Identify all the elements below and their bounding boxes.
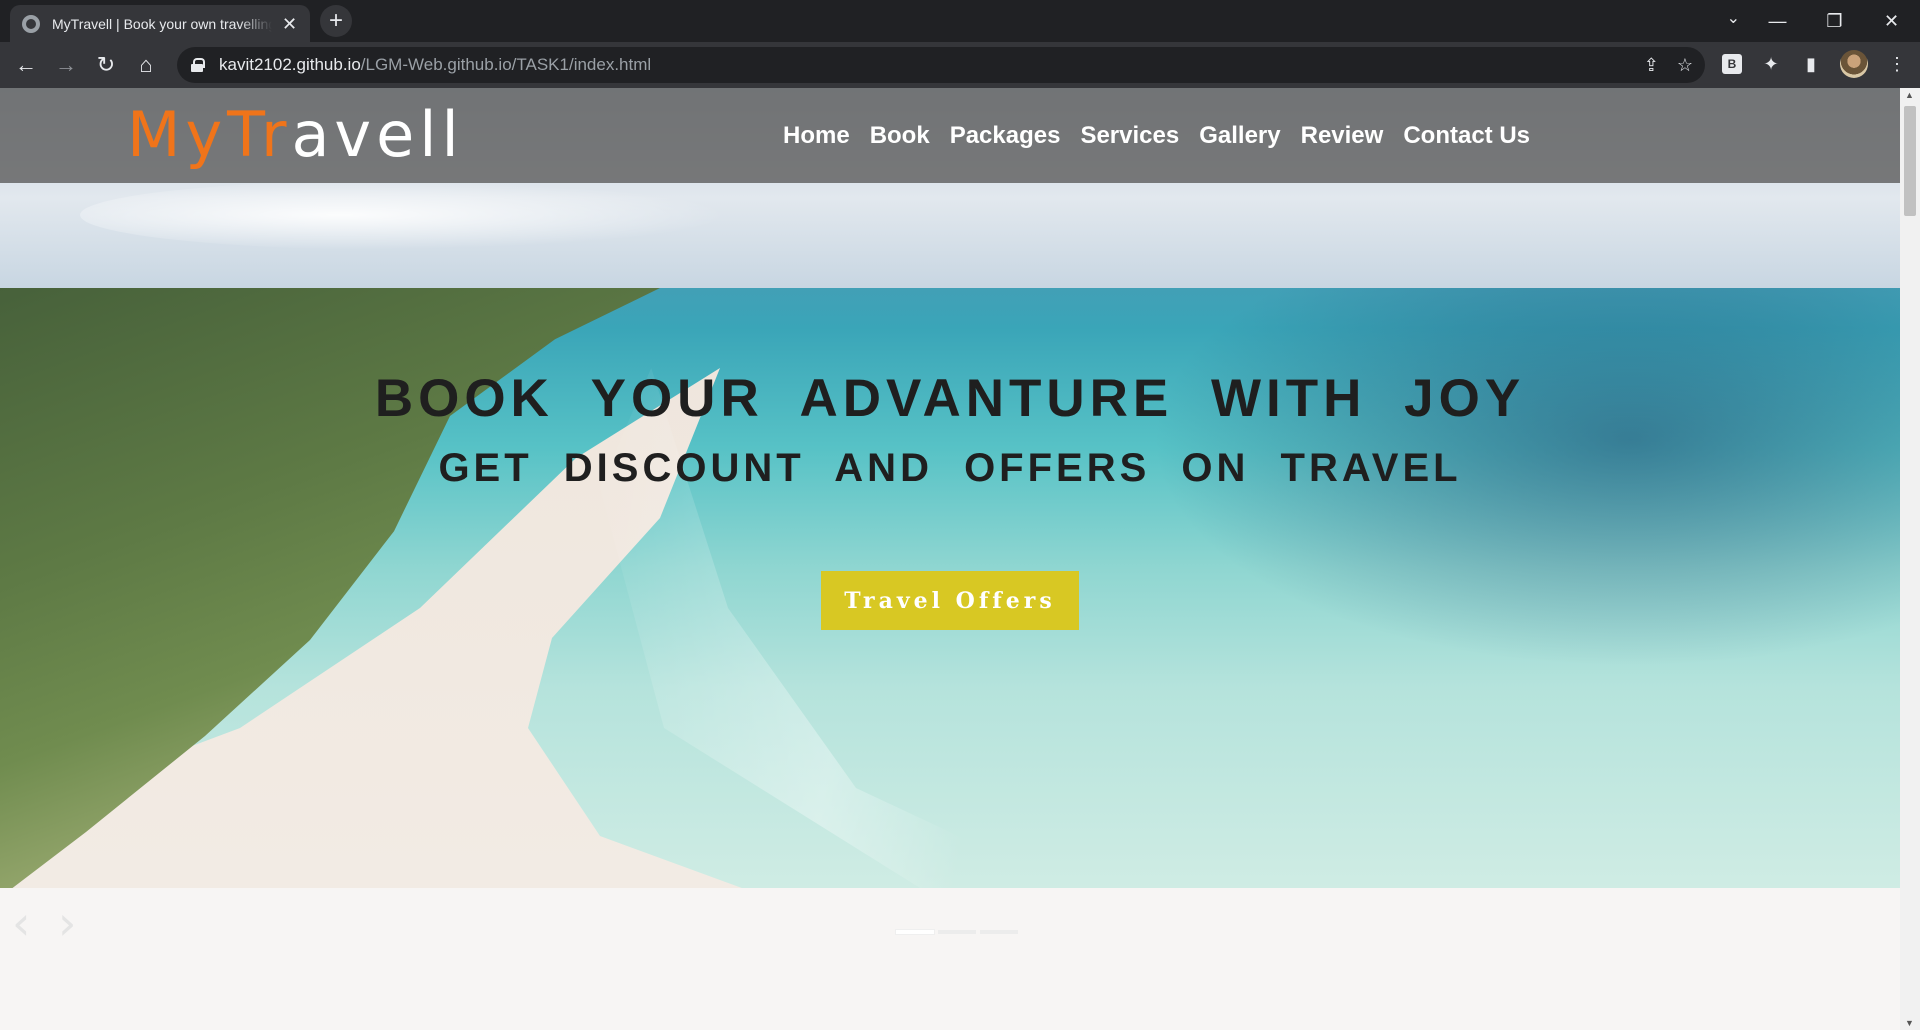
site-header: MyTravell Home Book Packages Services Ga… [0, 88, 1900, 183]
page-viewport: BOOK YOUR ADVANTURE WITH JOY GET DISCOUN… [0, 88, 1900, 1030]
minimize-icon[interactable]: — [1749, 11, 1806, 32]
forward-icon[interactable]: → [46, 45, 86, 85]
carousel-next-icon[interactable]: › [58, 900, 76, 946]
home-icon[interactable]: ⌂ [126, 45, 166, 85]
extensions-area: B ✦ ▮ ⋮ [1722, 50, 1908, 78]
hero-subheadline: GET DISCOUNT AND OFFERS ON TRAVEL [438, 446, 1462, 490]
scroll-down-icon[interactable]: ▼ [1905, 1018, 1914, 1028]
close-icon[interactable]: ✕ [282, 15, 297, 33]
hero-clouds [80, 180, 730, 250]
back-icon[interactable]: ← [6, 45, 46, 85]
nav-home[interactable]: Home [783, 122, 850, 150]
extension-b-icon[interactable]: B [1722, 54, 1742, 74]
nav-book[interactable]: Book [870, 122, 930, 150]
hero-headline: BOOK YOUR ADVANTURE WITH JOY [374, 369, 1526, 428]
nav-packages[interactable]: Packages [950, 122, 1061, 150]
carousel-dot[interactable] [896, 930, 934, 934]
carousel-dot[interactable] [980, 930, 1018, 934]
avatar[interactable] [1840, 50, 1868, 78]
tab-title: MyTravell | Book your own travelling [52, 15, 272, 32]
browser-tab[interactable]: MyTravell | Book your own travelling ✕ [10, 5, 310, 42]
sidepanel-icon[interactable]: ▮ [1800, 54, 1822, 75]
star-icon[interactable]: ☆ [1677, 55, 1693, 76]
new-tab-button[interactable]: + [320, 5, 352, 37]
carousel-prev-icon[interactable]: ‹ [12, 900, 30, 946]
carousel-indicators [896, 930, 1018, 934]
lock-icon[interactable] [191, 58, 205, 72]
chevron-down-icon[interactable]: ⌄ [1727, 8, 1740, 28]
travel-offers-button[interactable]: Travel Offers [821, 571, 1079, 630]
nav-services[interactable]: Services [1080, 122, 1179, 150]
plus-icon: + [328, 7, 343, 34]
kebab-icon[interactable]: ⋮ [1886, 54, 1908, 75]
share-icon[interactable]: ⇪ [1644, 55, 1659, 76]
scroll-up-icon[interactable]: ▲ [1905, 90, 1914, 100]
page-scrollbar[interactable]: ▲ ▼ [1900, 88, 1920, 1030]
scroll-thumb[interactable] [1904, 106, 1916, 216]
window-controls: — ❐ ✕ [1749, 0, 1920, 42]
carousel-dot[interactable] [938, 930, 976, 934]
browser-toolbar: ← → ↻ ⌂ kavit2102.github.io/LGM-Web.gith… [0, 42, 1920, 88]
nav-review[interactable]: Review [1301, 122, 1384, 150]
reload-icon[interactable]: ↻ [86, 45, 126, 85]
address-bar[interactable]: kavit2102.github.io/LGM-Web.github.io/TA… [177, 47, 1705, 83]
globe-icon [22, 14, 40, 33]
site-logo[interactable]: MyTravell [127, 98, 464, 171]
restore-icon[interactable]: ❐ [1806, 11, 1863, 32]
url-text: kavit2102.github.io/LGM-Web.github.io/TA… [219, 55, 652, 74]
main-nav: Home Book Packages Services Gallery Revi… [783, 88, 1530, 183]
nav-gallery[interactable]: Gallery [1199, 122, 1280, 150]
close-window-icon[interactable]: ✕ [1863, 11, 1920, 32]
tab-strip: MyTravell | Book your own travelling ✕ +… [0, 0, 1920, 42]
nav-contact-us[interactable]: Contact Us [1403, 122, 1530, 150]
hero-section: BOOK YOUR ADVANTURE WITH JOY GET DISCOUN… [0, 88, 1900, 888]
puzzle-icon[interactable]: ✦ [1760, 54, 1782, 75]
